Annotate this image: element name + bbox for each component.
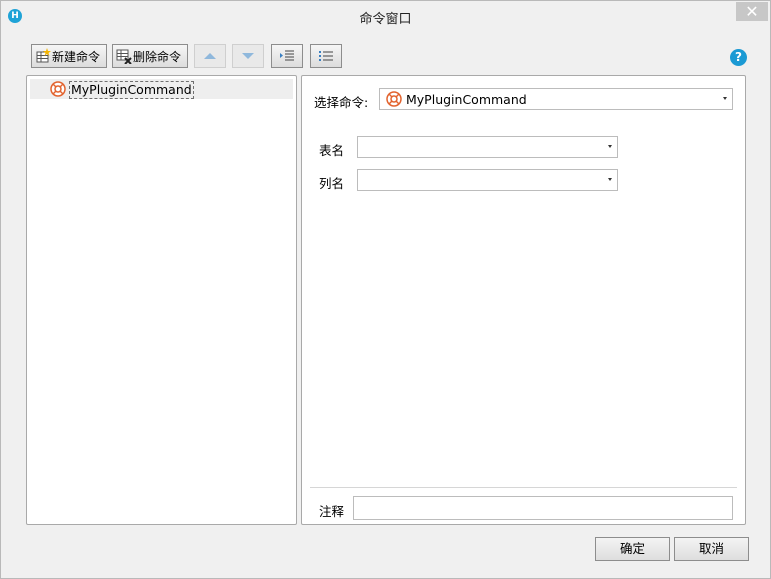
chevron-down-icon bbox=[608, 145, 612, 148]
tree-item-label: MyPluginCommand bbox=[69, 81, 194, 99]
tree-item[interactable]: MyPluginCommand bbox=[30, 79, 293, 99]
plugin-command-icon bbox=[386, 91, 402, 107]
command-window: H 命令窗口 ✕ 新建命令 删除命令 ? MyPluginCommand 选择命… bbox=[0, 0, 771, 579]
select-command-dropdown[interactable]: MyPluginCommand bbox=[379, 88, 733, 110]
column-name-label: 列名 bbox=[319, 176, 345, 191]
table-name-dropdown[interactable] bbox=[357, 136, 618, 158]
move-up-button[interactable] bbox=[194, 44, 226, 68]
delete-command-label: 删除命令 bbox=[133, 49, 182, 64]
arrow-down-icon bbox=[242, 53, 254, 59]
close-button[interactable]: ✕ bbox=[736, 2, 768, 21]
command-tree-panel: MyPluginCommand bbox=[26, 75, 297, 525]
comment-input[interactable] bbox=[353, 496, 733, 520]
delete-command-button[interactable]: 删除命令 bbox=[112, 44, 188, 68]
select-command-value: MyPluginCommand bbox=[406, 92, 527, 107]
ok-button[interactable]: 确定 bbox=[595, 537, 670, 561]
comment-label: 注释 bbox=[319, 504, 345, 519]
chevron-down-icon bbox=[608, 178, 612, 181]
new-command-button[interactable]: 新建命令 bbox=[31, 44, 107, 68]
new-command-icon bbox=[36, 48, 51, 63]
outdent-icon bbox=[319, 51, 333, 61]
indent-icon bbox=[280, 50, 294, 61]
chevron-down-icon bbox=[723, 97, 727, 100]
select-command-label: 选择命令: bbox=[314, 95, 369, 110]
indent-button[interactable] bbox=[271, 44, 303, 68]
title-bar: H 命令窗口 ✕ bbox=[1, 1, 770, 31]
help-icon[interactable]: ? bbox=[730, 49, 747, 66]
new-command-label: 新建命令 bbox=[52, 49, 101, 64]
cancel-button[interactable]: 取消 bbox=[674, 537, 749, 561]
divider bbox=[310, 487, 737, 488]
window-title: 命令窗口 bbox=[359, 12, 412, 27]
arrow-up-icon bbox=[204, 53, 216, 59]
table-name-label: 表名 bbox=[319, 143, 345, 158]
delete-command-icon bbox=[116, 49, 132, 64]
column-name-dropdown[interactable] bbox=[357, 169, 618, 191]
plugin-command-icon bbox=[50, 81, 66, 97]
outdent-button[interactable] bbox=[310, 44, 342, 68]
move-down-button[interactable] bbox=[232, 44, 264, 68]
